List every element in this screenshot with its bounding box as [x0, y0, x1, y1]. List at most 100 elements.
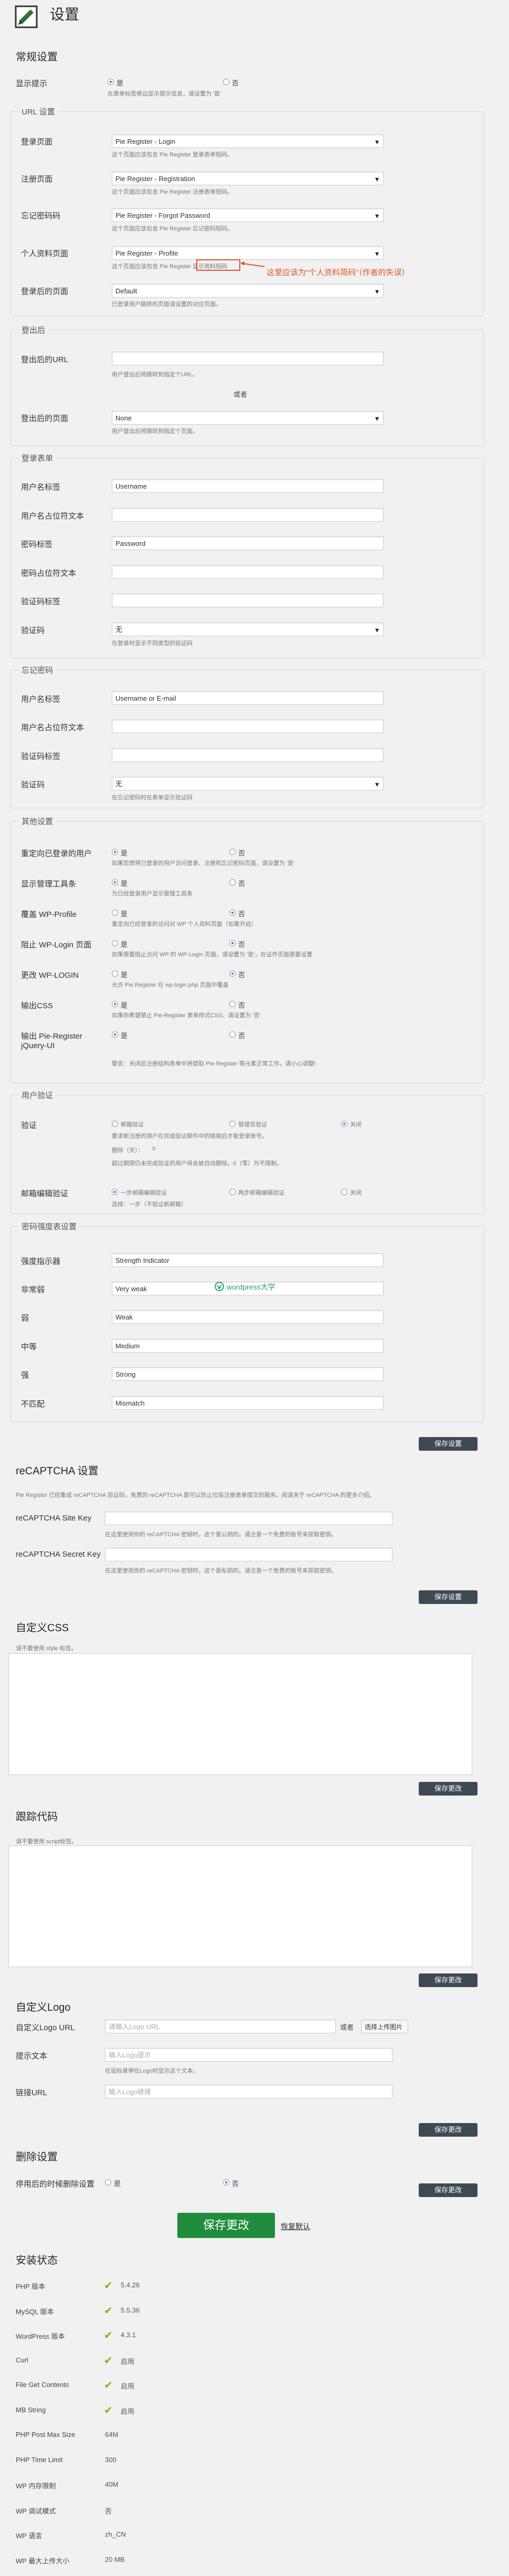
password-strength-legend: 密码强度表设置	[18, 1221, 80, 1232]
login-password-input[interactable]: Password	[112, 536, 384, 550]
change-login-no-radio[interactable]	[229, 970, 236, 977]
custom-css-textarea[interactable]	[8, 1653, 472, 1775]
medium-input[interactable]: Medium	[112, 1339, 384, 1353]
logout-url-input[interactable]	[112, 352, 384, 365]
forgot-username-ph-label: 用户名占位符文本	[21, 723, 84, 732]
custom-css-hint: 请不要使用 style 标签。	[16, 1645, 77, 1652]
show-tip-yes-radio[interactable]	[108, 79, 114, 85]
delete-no-radio[interactable]	[223, 2179, 229, 2186]
settings-logo-icon	[15, 5, 38, 28]
login-username-ph-input[interactable]	[112, 508, 384, 522]
show-admin-desc: 为已经登录用户显示管理工具条	[112, 891, 193, 897]
verify-days-desc: 超过期限仍未完成验证的用户将会被自动删除。0（零）为不限制。	[112, 1160, 283, 1167]
output-jquery-yes-radio[interactable]	[112, 1031, 118, 1038]
login-username-input[interactable]: Username	[112, 479, 384, 493]
tooltip-input[interactable]: 输入Logo提示	[105, 2048, 393, 2062]
login-page-select[interactable]: Pie Register - Login	[112, 134, 384, 149]
forgot-username-input[interactable]: Username or E-mail	[112, 691, 384, 705]
output-css-yes-label: 是	[121, 1001, 128, 1009]
redirect-yes-label: 是	[121, 849, 128, 857]
redirect-no-radio[interactable]	[229, 849, 236, 855]
show-tip-no-label: 否	[232, 79, 239, 87]
status-value: 启用	[121, 2408, 135, 2415]
register-page-desc: 这个页面应该包含 Pie Register 注册表单短码。	[112, 189, 234, 195]
register-page-select[interactable]: Pie Register - Registration	[112, 172, 384, 186]
logout-or-text: 或者	[234, 390, 248, 398]
save-css-button[interactable]: 保存更改	[419, 1782, 478, 1796]
redirect-yes-radio[interactable]	[112, 849, 118, 855]
forgot-captcha-select[interactable]: 无	[112, 777, 384, 791]
save-settings-button-2[interactable]: 保存设置	[419, 1590, 478, 1604]
forgot-username-ph-input[interactable]	[112, 720, 384, 733]
save-settings-button-1[interactable]: 保存设置	[419, 1437, 478, 1451]
mismatch-input[interactable]: Mismatch	[112, 1396, 384, 1410]
output-css-label: 输出CSS	[21, 1001, 53, 1010]
upload-image-button[interactable]: 选择上传图片	[361, 2020, 408, 2033]
block-login-yes-radio[interactable]	[112, 940, 118, 946]
weak-label: 弱	[21, 1314, 29, 1323]
output-css-no-radio[interactable]	[229, 1001, 236, 1007]
section-custom-css: 自定义CSS	[16, 1622, 69, 1634]
logo-link-input[interactable]: 输入Logo链接	[105, 2085, 393, 2098]
save-tracking-button[interactable]: 保存更改	[419, 1973, 478, 1987]
show-admin-yes-label: 是	[121, 880, 128, 888]
profile-page-select[interactable]: Pie Register - Profile	[112, 246, 384, 260]
reset-defaults-link[interactable]: 恢复默认	[281, 2221, 310, 2232]
email-two-step-radio[interactable]	[229, 1189, 236, 1195]
login-password-ph-input[interactable]	[112, 565, 384, 579]
logo-url-input[interactable]: 请输入Logo URL	[105, 2020, 336, 2033]
status-value: 20 MB	[105, 2556, 125, 2563]
weak-input[interactable]: Weak	[112, 1310, 384, 1324]
show-tip-no-radio[interactable]	[223, 79, 229, 85]
forgot-captcha-label: 验证码	[21, 780, 45, 789]
verify-admin-radio[interactable]	[229, 1121, 236, 1127]
change-login-yes-radio[interactable]	[112, 970, 118, 977]
delete-yes-radio[interactable]	[105, 2179, 111, 2186]
output-css-no-label: 否	[238, 1001, 246, 1009]
show-admin-no-radio[interactable]	[229, 879, 236, 885]
check-icon: ✔	[104, 2305, 113, 2317]
show-tip-yes-label: 是	[116, 79, 124, 87]
override-yes-label: 是	[121, 910, 128, 918]
override-no-radio[interactable]	[229, 910, 236, 916]
login-captcha-label-label: 验证码标签	[21, 597, 61, 606]
block-login-no-radio[interactable]	[229, 940, 236, 946]
section-delete: 删除设置	[16, 2151, 58, 2163]
verify-email-radio[interactable]	[112, 1121, 118, 1127]
block-login-yes-label: 是	[121, 941, 128, 948]
strong-input[interactable]: Strong	[112, 1367, 384, 1381]
save-all-button[interactable]: 保存更改	[177, 2213, 275, 2238]
tracking-textarea[interactable]	[8, 1845, 472, 1967]
forgot-page-select[interactable]: Pie Register - Forgot Password	[112, 208, 384, 223]
block-login-no-label: 否	[238, 941, 246, 948]
change-login-yes-label: 是	[121, 971, 128, 979]
indicator-input[interactable]: Strength Indicator	[112, 1253, 384, 1267]
secret-key-input[interactable]	[105, 1548, 393, 1561]
save-delete-button[interactable]: 保存更改	[419, 2183, 478, 2197]
login-captcha-select[interactable]: 无	[112, 622, 384, 637]
override-yes-radio[interactable]	[112, 910, 118, 916]
site-key-input[interactable]	[105, 1512, 393, 1525]
section-recaptcha: reCAPTCHA 设置	[16, 1465, 99, 1477]
email-one-step-radio[interactable]	[112, 1189, 118, 1195]
verify-label: 验证	[21, 1121, 37, 1130]
show-admin-yes-radio[interactable]	[112, 879, 118, 885]
show-admin-label: 显示管理工具条	[21, 880, 77, 889]
after-login-select[interactable]: Default	[112, 284, 384, 298]
email-off-radio[interactable]	[341, 1189, 347, 1195]
verify-days-value[interactable]: 0	[152, 1146, 155, 1152]
login-captcha-label-input[interactable]	[112, 594, 384, 607]
forgot-page-label: 忘记密码码	[21, 212, 61, 220]
verify-off-radio[interactable]	[341, 1121, 347, 1127]
output-css-yes-radio[interactable]	[112, 1001, 118, 1007]
login-captcha-desc: 在登录时显示不同类型的验证码	[112, 640, 193, 647]
logout-page-select[interactable]: None	[112, 411, 384, 425]
delete-label: 停用后的时候删除设置	[16, 2180, 95, 2189]
forgot-captcha-label-input[interactable]	[112, 748, 384, 762]
save-logo-button[interactable]: 保存更改	[419, 2123, 478, 2137]
after-login-label: 登录后的页面	[21, 287, 69, 296]
login-password-label: 密码标签	[21, 540, 53, 549]
very-weak-label: 非常弱	[21, 1285, 45, 1294]
output-jquery-no-radio[interactable]	[229, 1031, 236, 1038]
block-login-desc: 如果需要阻止访问 WP 的 WP-Login 页面，请设置为 '是'，在证件页面…	[112, 952, 313, 958]
